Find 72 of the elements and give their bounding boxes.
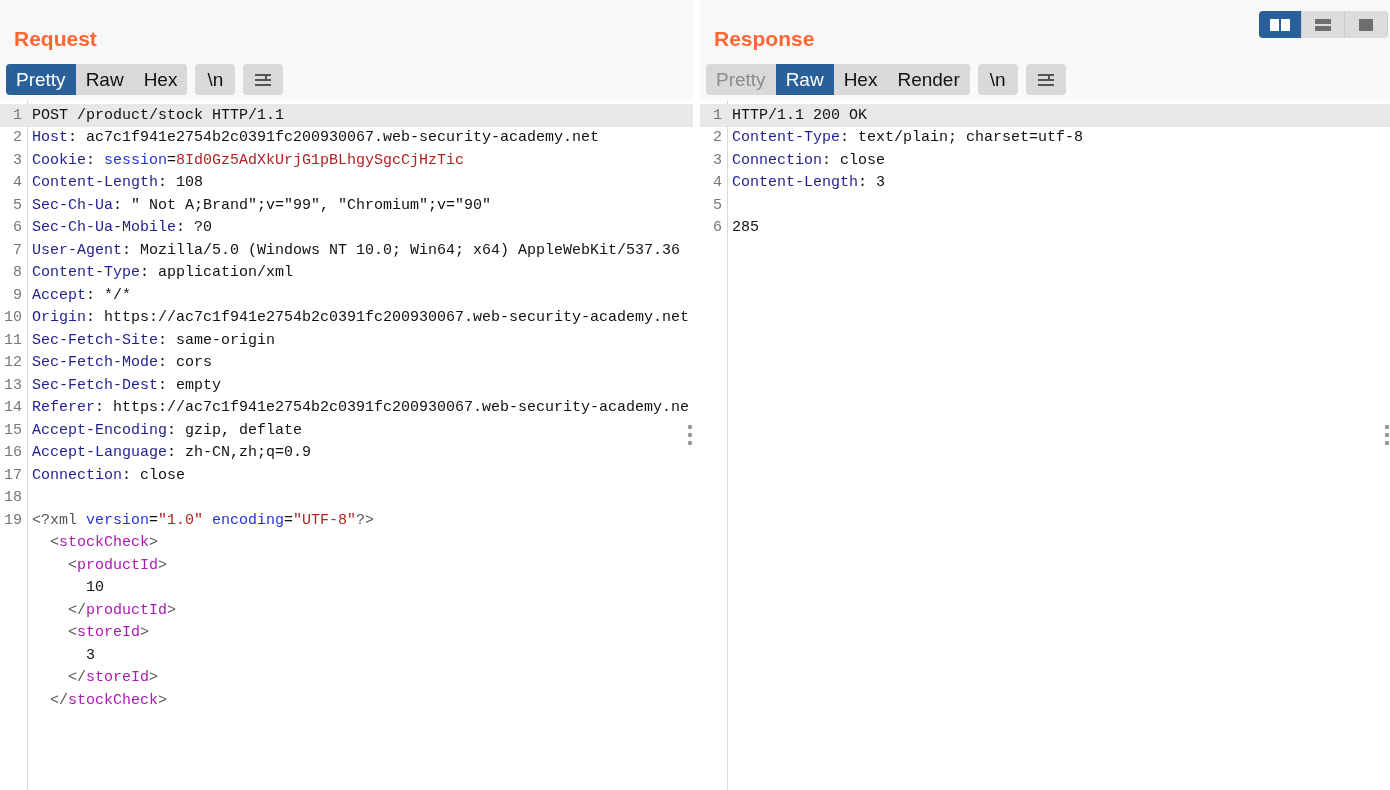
line-number: 1 [712,106,723,124]
line-number: 19 [3,511,23,529]
more-icon[interactable] [1384,424,1390,446]
line-number: 3 [12,151,23,169]
line-number: 12 [3,354,23,372]
code-line: 10 [85,579,104,597]
code-line: </stockCheck> [49,691,168,709]
line-number: 8 [12,264,23,282]
code-line: Accept-Encoding: gzip, deflate [31,421,303,439]
line-number: 5 [12,196,23,214]
code-line: Content-Length: 3 [731,174,886,192]
code-line: Sec-Ch-Ua-Mobile: ?0 [31,219,213,237]
code-line: </productId> [67,601,177,619]
code-line: <storeId> [67,624,150,642]
layout-icon [1356,17,1376,32]
menu-button[interactable] [1025,64,1066,95]
line-number: 16 [3,444,23,462]
line-number: 9 [12,286,23,304]
menu-icon [254,72,273,87]
line-number: 15 [3,421,23,439]
line-number: 2 [12,129,23,147]
layout-icon [1313,17,1333,32]
line-number: 4 [712,174,723,192]
line-number: 13 [3,376,23,394]
code-line: Sec-Fetch-Mode: cors [31,354,213,372]
line-number: 18 [3,489,23,507]
line-number: 5 [712,196,723,214]
code-line: HTTP/1.1 200 OK [731,106,868,124]
layout-icon [1270,17,1290,32]
code-line: Connection: close [31,466,186,484]
view-tab[interactable]: Raw [775,64,834,95]
code-line: Sec-Fetch-Dest: empty [31,376,222,394]
code-line: </storeId> [67,669,159,687]
code-line: Content-Type: text/plain; charset=utf-8 [731,129,1084,147]
more-icon[interactable] [687,424,693,446]
pane-title: Response [713,26,815,51]
line-number: 4 [12,174,23,192]
code-line: 285 [731,219,759,237]
code-line: <productId> [67,556,168,574]
menu-icon [1036,72,1055,87]
code-line: Content-Length: 108 [31,174,204,192]
code-line: Sec-Fetch-Site: same-origin [31,331,276,349]
line-number: 14 [3,399,23,417]
view-tab[interactable]: Pretty [6,64,76,95]
newline-toggle[interactable]: \n [195,64,236,95]
code-line: User-Agent: Mozilla/5.0 (Windows NT 10.0; Win64; x64) AppleWebKit/537.36 [31,241,681,259]
code-line: Host: ac7c1f941e2754b2c0391fc200930067.web-security-academy.net [31,129,600,147]
line-number: 2 [712,129,723,147]
line-number: 6 [12,219,23,237]
code-line: Referer: https://ac7c1f941e2754b2c0391fc200930067.web-security-academy.ne [31,399,690,417]
code-line: Accept-Language: zh-CN,zh;q=0.9 [31,444,312,462]
pane-title: Request [13,26,97,51]
code-line: Cookie: session=8Id0Gz5AdXkUrjG1pBLhgySgcCjHzTic [31,151,465,169]
code-line: POST /product/stock HTTP/1.1 [31,106,285,124]
line-number: 10 [3,309,23,327]
line-number: 3 [712,151,723,169]
line-number: 17 [3,466,23,484]
menu-button[interactable] [243,64,284,95]
line-number: 6 [712,219,723,237]
code-line: Sec-Ch-Ua: " Not A;Brand";v="99", "Chromium";v="90" [31,196,492,214]
line-number: 11 [3,331,23,349]
line-number: 7 [12,241,23,259]
code-line: Accept: */* [31,286,132,304]
code-line: <?xml version="1.0" encoding="UTF-8"?> [31,511,375,529]
code-line: 3 [85,646,95,664]
line-number: 1 [12,106,23,124]
code-line: Content-Type: application/xml [31,264,294,282]
code-line: <stockCheck> [49,534,159,552]
code-line: Connection: close [731,151,886,169]
newline-toggle[interactable]: \n [977,64,1018,95]
layout-button[interactable] [1259,11,1302,38]
code-line: Origin: https://ac7c1f941e2754b2c0391fc200930067.web-security-academy.net [31,309,690,327]
